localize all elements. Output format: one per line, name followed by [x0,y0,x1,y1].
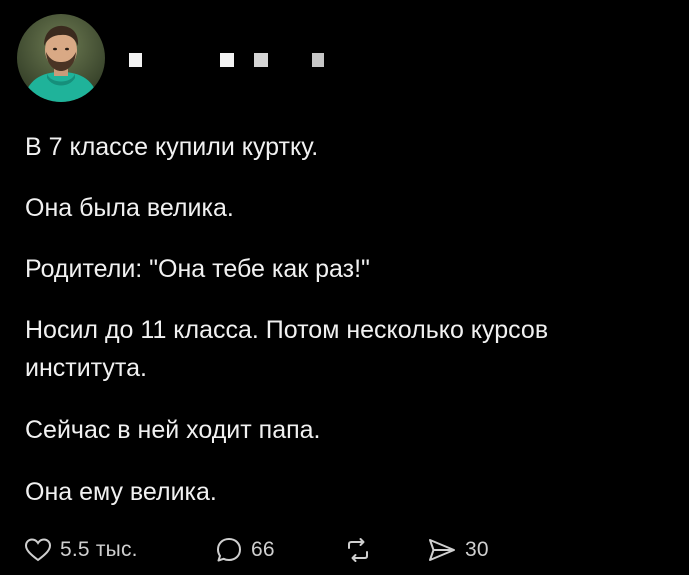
comment-button[interactable]: 66 [215,530,275,570]
heart-icon [24,538,52,562]
like-count: 5.5 тыс. [60,538,138,561]
avatar[interactable] [17,14,105,102]
author-name-redacted[interactable] [129,53,142,67]
post-paragraph: Родители: "Она тебе как раз!" [25,255,370,283]
avatar-photo-icon [17,14,105,102]
share-count: 30 [465,538,489,561]
post-paragraph: Сейчас в ней ходит папа. [25,416,321,444]
post-card: В 7 классе купили куртку. Она была велик… [0,0,689,575]
send-icon [429,539,455,561]
post-paragraph: Она была велика. [25,194,234,222]
comment-count: 66 [251,538,275,561]
author-handle-redacted [312,53,324,67]
post-paragraph: В 7 классе купили куртку. [25,133,319,161]
repost-icon [348,538,368,562]
share-button[interactable]: 30 [427,530,489,570]
comment-bubble-icon [217,538,241,562]
author-handle-redacted [220,53,234,67]
action-bar: 5.5 тыс. 66 30 [0,530,689,570]
author-handle-redacted [254,53,268,67]
repost-button[interactable] [345,530,379,570]
post-paragraph: Она ему велика. [25,478,217,506]
post-paragraph: Носил до 11 класса. Потом несколько курс… [25,316,549,382]
like-button[interactable]: 5.5 тыс. [24,530,138,570]
